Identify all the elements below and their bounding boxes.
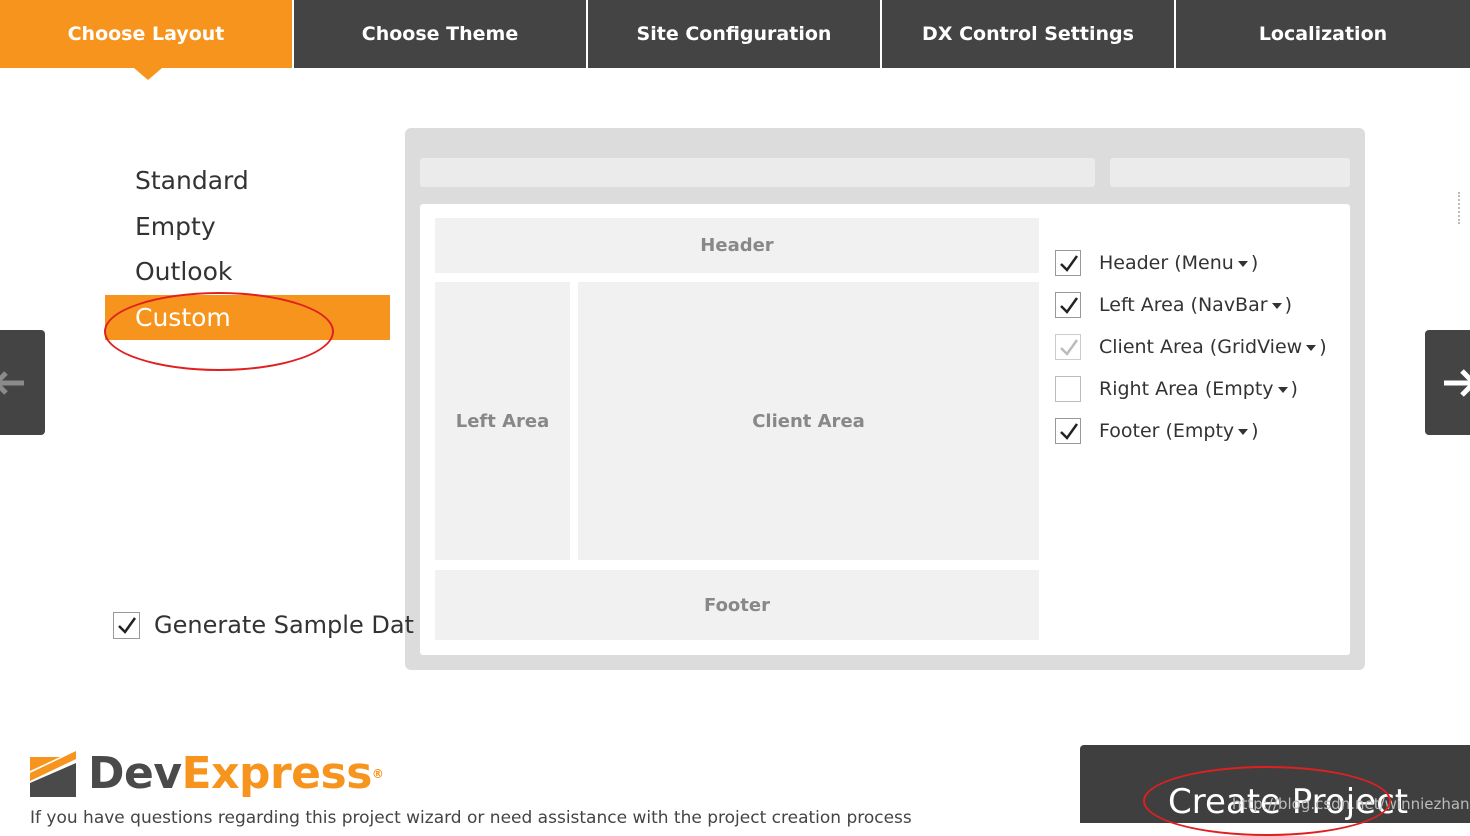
tab-site-configuration[interactable]: Site Configuration (588, 0, 882, 68)
chevron-down-icon[interactable] (1271, 302, 1282, 309)
check-icon (1060, 423, 1079, 440)
generate-sample-data: Generate Sample Dat (113, 611, 414, 639)
layout-item-empty[interactable]: Empty (105, 204, 390, 250)
chevron-down-icon[interactable] (1306, 344, 1317, 351)
option-footer: Footer (Empty) (1055, 416, 1259, 446)
option-right-area-label: Right Area (Empty (1099, 378, 1274, 400)
footer-checkbox[interactable] (1055, 418, 1081, 444)
wizard-tabs: Choose Layout Choose Theme Site Configur… (0, 0, 1470, 68)
devexpress-logo: DevExpress® (30, 748, 384, 800)
arrow-left-icon (0, 370, 24, 395)
arrow-right-icon (1444, 368, 1470, 397)
preview-header-area: Header (435, 218, 1039, 273)
previous-step-button[interactable] (0, 330, 45, 435)
check-icon (118, 616, 137, 634)
layout-item-outlook[interactable]: Outlook (105, 249, 390, 295)
check-icon (1060, 339, 1079, 356)
option-footer-close: ) (1251, 420, 1259, 442)
preview-top-bar (420, 158, 1095, 187)
option-client-area: Client Area (GridView) (1055, 332, 1327, 362)
generate-sample-data-checkbox[interactable] (113, 611, 140, 639)
left-area-checkbox[interactable] (1055, 292, 1081, 318)
tab-choose-theme[interactable]: Choose Theme (294, 0, 588, 68)
option-client-area-label: Client Area (GridView (1099, 336, 1303, 358)
generate-sample-data-label: Generate Sample Dat (154, 611, 414, 639)
option-left-area-label: Left Area (NavBar (1099, 294, 1268, 316)
check-icon (1060, 297, 1079, 314)
preview-left-area: Left Area (435, 282, 570, 560)
option-right-area-close: ) (1290, 378, 1298, 400)
right-area-checkbox[interactable] (1055, 376, 1081, 402)
layout-item-standard[interactable]: Standard (105, 158, 390, 204)
option-header: Header (Menu) (1055, 248, 1258, 278)
brand-express: Express (181, 748, 373, 799)
header-checkbox[interactable] (1055, 250, 1081, 276)
chevron-down-icon[interactable] (1277, 386, 1288, 393)
preview-canvas: Header Left Area Client Area Footer Head… (420, 204, 1350, 655)
tab-choose-layout[interactable]: Choose Layout (0, 0, 294, 68)
layout-preview: Header Left Area Client Area Footer Head… (405, 128, 1365, 670)
devexpress-logo-icon (30, 751, 76, 797)
option-left-area: Left Area (NavBar) (1055, 290, 1292, 320)
watermark: http://blog.csdn.net/winniezhang (1232, 795, 1470, 813)
preview-top-bar-right (1110, 158, 1350, 187)
help-text: If you have questions regarding this pro… (30, 808, 912, 828)
option-footer-label: Footer (Empty (1099, 420, 1235, 442)
brand-dev: Dev (88, 748, 182, 799)
preview-footer-area: Footer (435, 570, 1039, 640)
check-icon (1060, 255, 1079, 272)
layout-item-custom[interactable]: Custom (105, 294, 390, 340)
chevron-down-icon[interactable] (1238, 428, 1249, 435)
option-header-close: ) (1250, 252, 1259, 274)
scroll-grip (1458, 192, 1464, 224)
option-header-label: Header (Menu (1099, 252, 1234, 274)
layout-list: Standard Empty Outlook Custom (105, 158, 390, 340)
tab-localization[interactable]: Localization (1176, 0, 1470, 68)
option-right-area: Right Area (Empty) (1055, 374, 1298, 404)
client-area-checkbox (1055, 334, 1081, 360)
next-step-button[interactable] (1425, 330, 1470, 435)
preview-client-area: Client Area (578, 282, 1039, 560)
active-tab-pointer (134, 68, 162, 80)
tab-dx-control-settings[interactable]: DX Control Settings (882, 0, 1176, 68)
brand-registered: ® (371, 767, 384, 781)
option-left-area-close: ) (1284, 294, 1292, 316)
option-client-area-close: ) (1319, 336, 1327, 358)
chevron-down-icon[interactable] (1237, 260, 1248, 267)
